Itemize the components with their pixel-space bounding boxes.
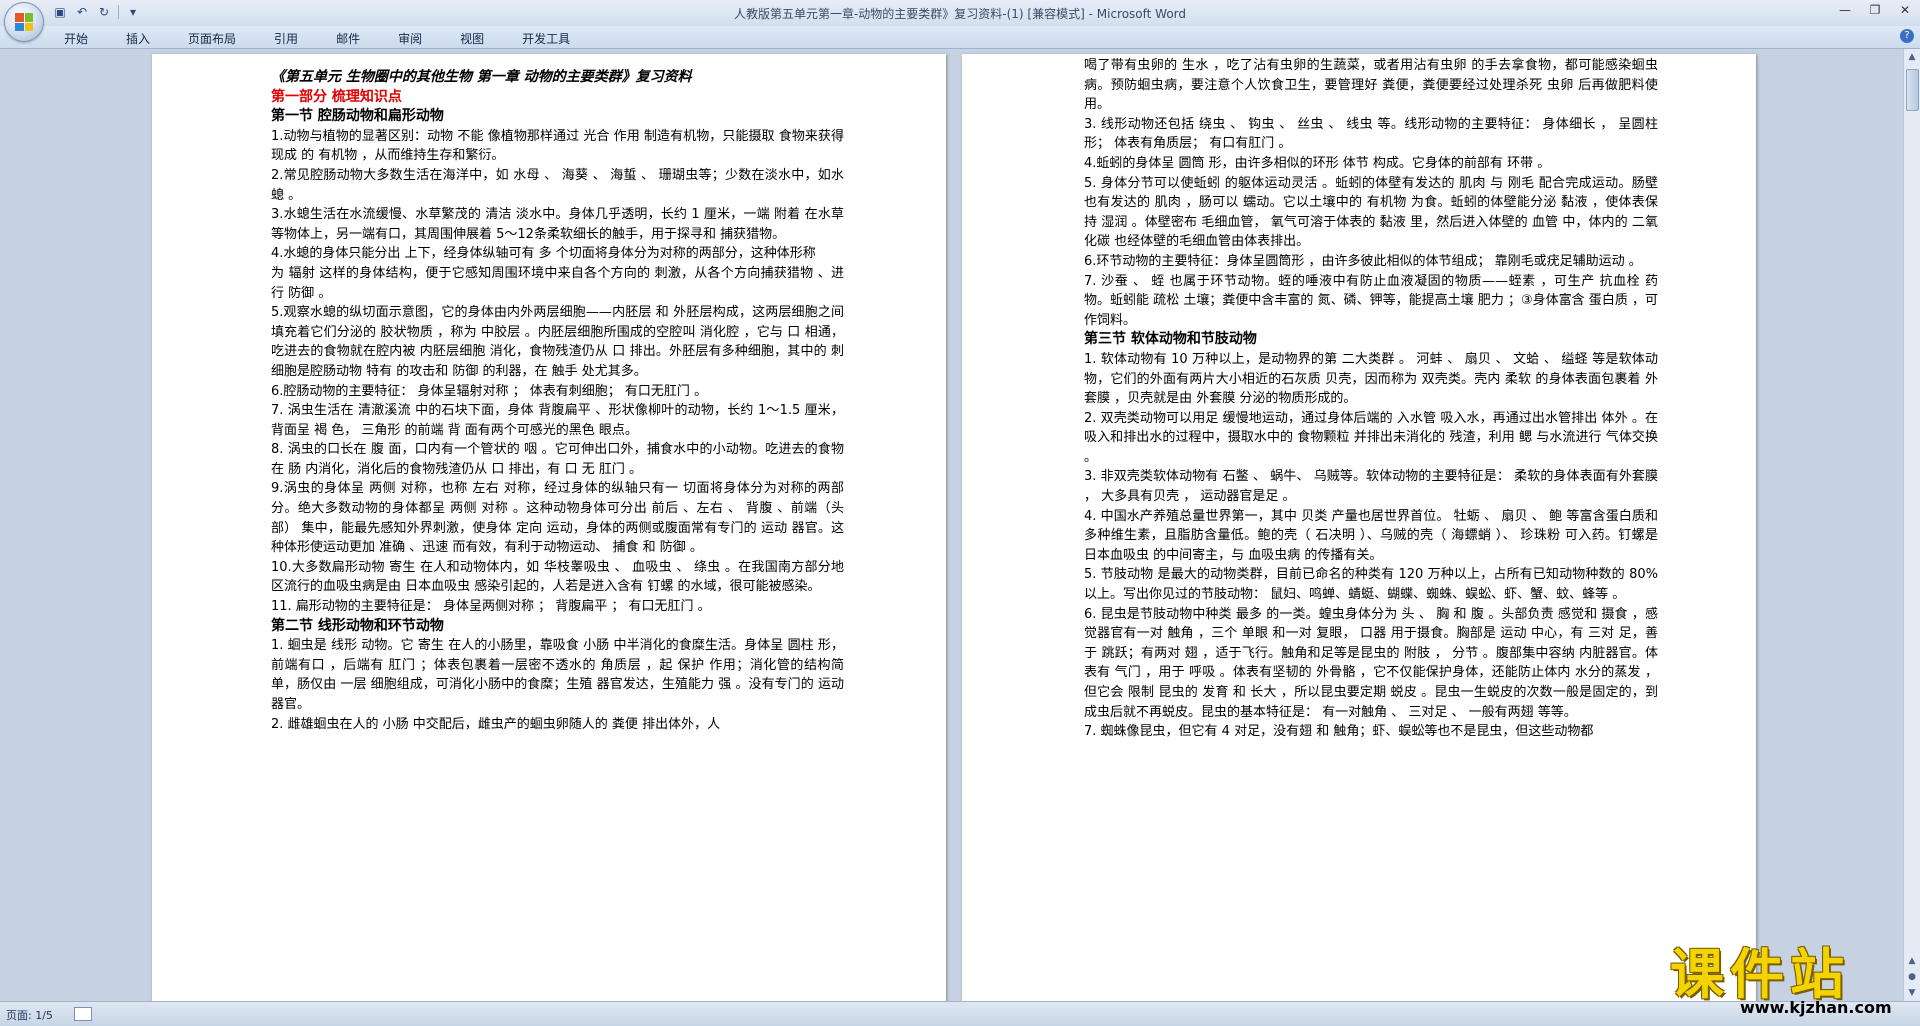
help-icon[interactable]: ? xyxy=(1900,29,1914,43)
paragraph: 7. 涡虫生活在 清澈溪流 中的石块下面，身体 背腹扁平 、形状像柳叶的动物，长… xyxy=(271,403,844,438)
restore-button[interactable]: ❐ xyxy=(1860,0,1890,20)
close-button[interactable]: ✕ xyxy=(1890,0,1920,20)
paragraph: 5. 身体分节可以使蚯蚓 的躯体运动灵活 。蚯蚓的体壁有发达的 肌肉 与 刚毛 … xyxy=(1084,175,1658,250)
minimize-button[interactable]: — xyxy=(1830,0,1860,20)
paragraph: 6.腔肠动物的主要特征： 身体呈辐射对称 ； 体表有刺细胞； 有口无肛门 。 xyxy=(271,383,708,399)
paragraph: 3. 线形动物还包括 绕虫 、 钩虫 、 丝虫 、 线虫 等。线形动物的主要特征… xyxy=(1084,116,1658,152)
paragraph: 6.环节动物的主要特征：身体呈圆筒形 ，由许多彼此相似的体节组成； 靠刚毛或疣足… xyxy=(1084,253,1642,269)
ribbon: 开始 插入 页面布局 引用 邮件 审阅 视图 开发工具 ? xyxy=(0,26,1920,49)
paragraph: 1. 软体动物有 10 万种以上，是动物界的第 二大类群 。 河蚌 、 扇贝 、… xyxy=(1084,351,1658,407)
document-title: 《第五单元 生物圈中的其他生物 第一章 动物的主要类群》复习资料 xyxy=(271,69,692,85)
page-counter[interactable]: 页面: 1/5 xyxy=(6,1007,53,1023)
paragraph: 6. 昆虫是节肢动物中种类 最多 的一类。蝗虫身体分为 头 、 胸 和 腹 。头… xyxy=(1084,606,1658,720)
paragraph: 7. 沙蚕 、 蛭 也属于环节动物。蛭的唾液中有防止血液凝固的物质——蛭素 ，可… xyxy=(1084,273,1658,328)
paragraph: 为 辐射 这样的身体结构，便于它感知周围环境中来自各个方向的 刺激，从各个方向捕… xyxy=(271,265,844,301)
paragraph: 5. 节肢动物 是最大的动物类群，目前已命名的种类有 120 万种以上，占所有已… xyxy=(1084,567,1658,603)
section-heading-3: 第三节 软体动物和节肢动物 xyxy=(1084,331,1257,348)
status-bar: 页面: 1/5 xyxy=(0,1001,1920,1026)
paragraph: 9.涡虫的身体呈 两侧 对称，也称 左右 对称，经过身体的纵轴只有一 切面将身体… xyxy=(271,481,844,556)
vertical-scrollbar[interactable]: ▲ ▲ ● ▼ xyxy=(1903,49,1920,1001)
tab-review[interactable]: 审阅 xyxy=(384,29,436,48)
paragraph: 4. 中国水产养殖总量世界第一，其中 贝类 产量也居世界首位。 牡蛎 、 扇贝 … xyxy=(1084,508,1658,563)
office-logo-icon xyxy=(15,13,33,31)
tab-view[interactable]: 视图 xyxy=(446,29,498,48)
scroll-up-icon[interactable]: ▲ xyxy=(1904,49,1920,65)
paragraph: 3. 非双壳类软体动物有 石鳖 、 蜗牛、 乌贼等。软体动物的主要特征是： 柔软… xyxy=(1084,469,1658,505)
tab-page-layout[interactable]: 页面布局 xyxy=(174,29,250,48)
proofing-icon[interactable] xyxy=(74,1007,92,1021)
site-watermark: 课件站 www.kjzhan.com xyxy=(1662,930,1920,1025)
ribbon-tabs: 开始 插入 页面布局 引用 邮件 审阅 视图 开发工具 xyxy=(50,29,594,48)
paragraph: 2. 雌雄蛔虫在人的 小肠 中交配后，雌虫产的蛔虫卵随人的 粪便 排出体外，人 xyxy=(271,716,721,732)
paragraph: 3.水螅生活在水流缓慢、水草繁茂的 清洁 淡水中。身体几乎透明，长约 1 厘米，… xyxy=(271,207,844,242)
paragraph: 7. 蜘蛛像昆虫，但它有 4 对足，没有翅 和 触角；虾、蜈蚣等也不是昆虫，但这… xyxy=(1084,724,1594,740)
window-title: 人教版第五单元第一章-动物的主要类群》复习资料-(1) [兼容模式] - Mic… xyxy=(733,7,1187,21)
document-page-right[interactable]: 喝了带有虫卵的 生水 ，吃了沾有虫卵的生蔬菜，或者用沾有虫卵 的手去拿食物，都可… xyxy=(962,54,1756,1001)
window-controls: — ❐ ✕ xyxy=(1830,0,1920,20)
title-bar: ▣ ↶ ↻ ▾ 人教版第五单元第一章-动物的主要类群》复习资料-(1) [兼容模… xyxy=(0,0,1920,42)
section-heading-1: 第一节 腔肠动物和扁形动物 xyxy=(271,108,444,125)
paragraph: 8. 涡虫的口长在 腹 面，口内有一个管状的 咽 。它可伸出口外，捕食水中的小动… xyxy=(271,442,844,477)
paragraph: 1. 蛔虫是 线形 动物。它 寄生 在人的小肠里，靠吸食 小肠 中半消化的食糜生… xyxy=(271,638,844,712)
tab-developer[interactable]: 开发工具 xyxy=(508,29,584,48)
tab-mailings[interactable]: 邮件 xyxy=(322,29,374,48)
paragraph: 1.动物与植物的显著区别：动物 不能 像植物那样通过 光合 作用 制造有机物，只… xyxy=(271,128,844,164)
paragraph: 喝了带有虫卵的 生水 ，吃了沾有虫卵的生蔬菜，或者用沾有虫卵 的手去拿食物，都可… xyxy=(1084,58,1658,113)
document-workspace: 《第五单元 生物圈中的其他生物 第一章 动物的主要类群》复习资料 第一部分 梳理… xyxy=(0,49,1904,1001)
document-page-left[interactable]: 《第五单元 生物圈中的其他生物 第一章 动物的主要类群》复习资料 第一部分 梳理… xyxy=(152,54,946,1001)
tab-home[interactable]: 开始 xyxy=(50,29,102,48)
section-heading-2: 第二节 线形动物和环节动物 xyxy=(271,617,444,634)
paragraph: 11. 扁形动物的主要特征是： 身体呈两侧对称 ； 背腹扁平 ； 有口无肛门 。 xyxy=(271,599,711,615)
tab-references[interactable]: 引用 xyxy=(260,29,312,48)
paragraph: 10.大多数扁形动物 寄生 在人和动物体内，如 华枝睾吸虫 、 血吸虫 、 绦虫… xyxy=(271,559,844,595)
paragraph: 2. 双壳类动物可以用足 缓慢地运动，通过身体后端的 入水管 吸入水，再通过出水… xyxy=(1084,410,1658,465)
paragraph: 2.常见腔肠动物大多数生活在海洋中，如 水母 、 海葵 、 海蜇 、 珊瑚虫等；… xyxy=(271,167,844,203)
tab-insert[interactable]: 插入 xyxy=(112,29,164,48)
office-button[interactable] xyxy=(4,2,44,42)
watermark-url: www.kjzhan.com xyxy=(1740,998,1892,1017)
paragraph: 5.观察水螅的纵切面示意图，它的身体由内外两层细胞——内胚层 和 外胚层构成，这… xyxy=(271,305,844,379)
part-heading: 第一部分 梳理知识点 xyxy=(271,88,402,105)
paragraph: 4.水螅的身体只能分出 上下，经身体纵轴可有 多 个切面将身体分为对称的两部分，… xyxy=(271,246,816,262)
scroll-thumb[interactable] xyxy=(1906,69,1919,111)
paragraph: 4.蚯蚓的身体呈 圆筒 形，由许多相似的环形 体节 构成。它身体的前部有 环带 … xyxy=(1084,155,1551,171)
page-content-left: 《第五单元 生物圈中的其他生物 第一章 动物的主要类群》复习资料 第一部分 梳理… xyxy=(271,68,844,734)
page-content-right: 喝了带有虫卵的 生水 ，吃了沾有虫卵的生蔬菜，或者用沾有虫卵 的手去拿食物，都可… xyxy=(1084,56,1658,742)
